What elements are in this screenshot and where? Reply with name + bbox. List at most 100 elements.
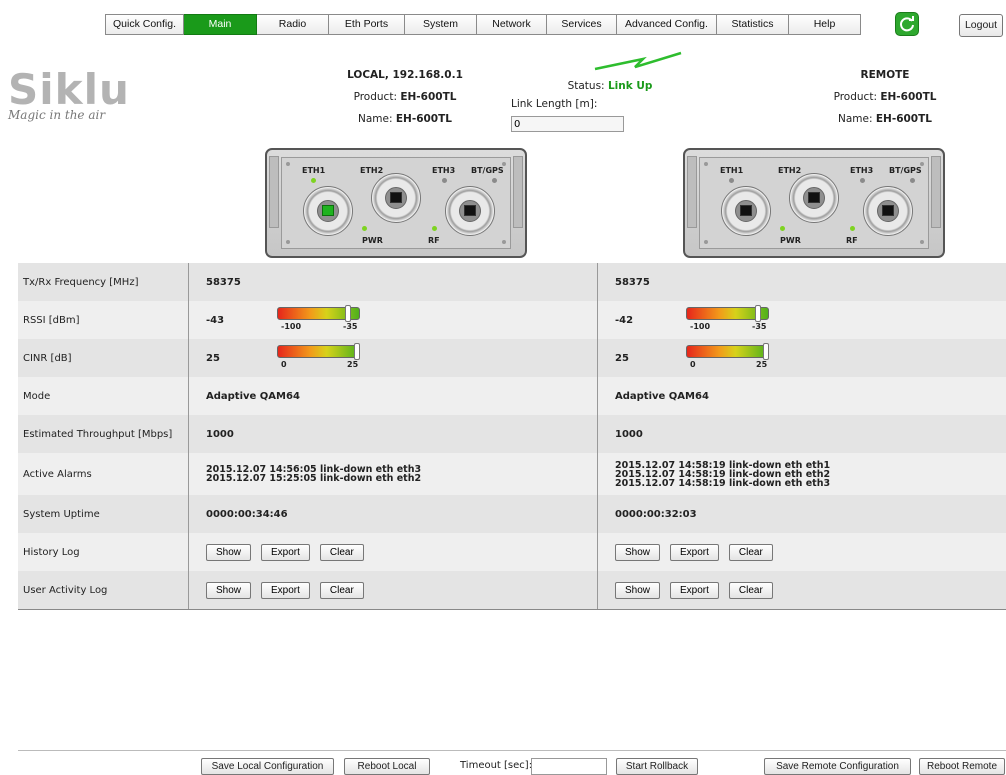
remote-title: REMOTE bbox=[860, 69, 910, 81]
save-local-config-button[interactable]: Save Local Configuration bbox=[201, 758, 334, 775]
local-eth3-port bbox=[445, 186, 495, 236]
remote-mode: Adaptive QAM64 bbox=[615, 390, 709, 402]
remote-activity-actions: Show Export Clear bbox=[598, 571, 1006, 609]
remote-eth2-label: ETH2 bbox=[778, 166, 802, 175]
remote-history-actions: Show Export Clear bbox=[598, 533, 1006, 571]
link-length-input[interactable] bbox=[511, 116, 624, 132]
remote-device-image: ETH1 ETH2 ETH3 BT/GPS PWR RF bbox=[683, 148, 945, 258]
local-name: Name: EH-600TL bbox=[358, 113, 452, 125]
local-cinr-cell: 25 0 25 bbox=[189, 339, 598, 377]
local-cinr-gauge: 0 25 bbox=[277, 343, 362, 369]
local-activity-export-button[interactable]: Export bbox=[261, 581, 310, 599]
tab-statistics[interactable]: Statistics bbox=[717, 14, 789, 35]
local-btgps-label: BT/GPS bbox=[471, 166, 504, 175]
local-eth1-port bbox=[303, 186, 353, 236]
timeout-label: Timeout [sec]: bbox=[460, 760, 533, 771]
local-rssi-cell: -43 -100 -35 bbox=[189, 301, 598, 339]
reboot-local-button[interactable]: Reboot Local bbox=[344, 758, 430, 775]
table-row-uptime: System Uptime 0000:00:34:46 0000:00:32:0… bbox=[18, 495, 1006, 533]
table-row-mode: Mode Adaptive QAM64 Adaptive QAM64 bbox=[18, 377, 1006, 415]
tab-main[interactable]: Main bbox=[184, 14, 257, 35]
link-status-line: Status: Link Up bbox=[567, 80, 653, 92]
remote-cinr-cell: 25 0 25 bbox=[598, 339, 1006, 377]
table-row-user-activity-log: User Activity Log Show Export Clear Show… bbox=[18, 571, 1006, 609]
remote-cinr-gauge: 0 25 bbox=[686, 343, 771, 369]
remote-alarms: 2015.12.07 14:58:19 link-down eth eth1 2… bbox=[598, 453, 1006, 495]
remote-rf-label: RF bbox=[846, 236, 858, 245]
tab-system[interactable]: System bbox=[405, 14, 477, 35]
local-alarms: 2015.12.07 14:56:05 link-down eth eth3 2… bbox=[189, 453, 598, 495]
tab-quick-config[interactable]: Quick Config. bbox=[105, 14, 184, 35]
remote-eth1-port bbox=[721, 186, 771, 236]
tab-services[interactable]: Services bbox=[547, 14, 617, 35]
local-activity-actions: Show Export Clear bbox=[189, 571, 598, 609]
footer-divider bbox=[18, 750, 1006, 751]
status-table: Tx/Rx Frequency [MHz] 58375 58375 RSSI [… bbox=[18, 263, 1006, 610]
remote-rssi-value: -42 bbox=[615, 314, 634, 326]
row-label: System Uptime bbox=[18, 495, 189, 533]
local-frequency: 58375 bbox=[189, 263, 598, 301]
local-history-export-button[interactable]: Export bbox=[261, 543, 310, 561]
tab-radio[interactable]: Radio bbox=[257, 14, 329, 35]
table-row-alarms: Active Alarms 2015.12.07 14:56:05 link-d… bbox=[18, 453, 1006, 495]
remote-history-export-button[interactable]: Export bbox=[670, 543, 719, 561]
row-label: Active Alarms bbox=[18, 453, 189, 495]
table-row-throughput: Estimated Throughput [Mbps] 1000 1000 bbox=[18, 415, 1006, 453]
local-history-actions: Show Export Clear bbox=[189, 533, 598, 571]
alarm-entry: 2015.12.07 15:25:05 link-down eth eth2 bbox=[206, 473, 422, 484]
local-mode: Adaptive QAM64 bbox=[189, 377, 598, 415]
local-rssi-gauge: -100 -35 bbox=[277, 305, 362, 331]
remote-rssi-cell: -42 -100 -35 bbox=[598, 301, 1006, 339]
link-status-value: Link Up bbox=[607, 80, 653, 92]
table-row-rssi: RSSI [dBm] -43 -100 -35 -42 -100 -35 bbox=[18, 301, 1006, 339]
remote-activity-export-button[interactable]: Export bbox=[670, 581, 719, 599]
remote-frequency: 58375 bbox=[615, 276, 650, 288]
remote-btgps-label: BT/GPS bbox=[889, 166, 922, 175]
remote-activity-show-button[interactable]: Show bbox=[615, 581, 661, 599]
remote-cinr-value: 25 bbox=[615, 352, 629, 364]
local-activity-clear-button[interactable]: Clear bbox=[319, 581, 364, 599]
remote-info: REMOTE Product: EH-600TL Name: EH-600TL bbox=[810, 64, 960, 130]
remote-name: Name: EH-600TL bbox=[838, 113, 932, 125]
remote-eth2-port bbox=[789, 173, 839, 223]
remote-throughput: 1000 bbox=[615, 428, 643, 440]
tab-network[interactable]: Network bbox=[477, 14, 547, 35]
remote-history-show-button[interactable]: Show bbox=[615, 543, 661, 561]
local-history-show-button[interactable]: Show bbox=[206, 543, 252, 561]
remote-history-clear-button[interactable]: Clear bbox=[728, 543, 773, 561]
remote-activity-clear-button[interactable]: Clear bbox=[728, 581, 773, 599]
row-label: Estimated Throughput [Mbps] bbox=[18, 415, 189, 453]
link-length-row: Link Length [m]: bbox=[500, 94, 690, 132]
local-title: LOCAL, 192.168.0.1 bbox=[347, 69, 463, 81]
local-rf-label: RF bbox=[428, 236, 440, 245]
local-activity-show-button[interactable]: Show bbox=[206, 581, 252, 599]
local-pwr-label: PWR bbox=[362, 236, 383, 245]
local-rssi-value: -43 bbox=[206, 314, 225, 326]
logout-button[interactable]: Logout bbox=[959, 14, 1003, 37]
tab-help[interactable]: Help bbox=[789, 14, 861, 35]
refresh-icon bbox=[900, 16, 914, 32]
remote-product: Product: EH-600TL bbox=[833, 91, 937, 103]
row-label: CINR [dB] bbox=[18, 339, 189, 377]
table-row-cinr: CINR [dB] 25 0 25 25 0 25 bbox=[18, 339, 1006, 377]
alarm-entry: 2015.12.07 14:58:19 link-down eth eth3 bbox=[615, 477, 831, 489]
reboot-remote-button[interactable]: Reboot Remote bbox=[919, 758, 1005, 775]
row-label: History Log bbox=[18, 533, 189, 571]
local-eth3-label: ETH3 bbox=[432, 166, 456, 175]
tab-advanced-config[interactable]: Advanced Config. bbox=[617, 14, 717, 35]
local-history-clear-button[interactable]: Clear bbox=[319, 543, 364, 561]
tab-eth-ports[interactable]: Eth Ports bbox=[329, 14, 405, 35]
row-label: RSSI [dBm] bbox=[18, 301, 189, 339]
local-throughput: 1000 bbox=[189, 415, 598, 453]
timeout-input[interactable] bbox=[531, 758, 607, 775]
remote-eth3-label: ETH3 bbox=[850, 166, 874, 175]
row-label: User Activity Log bbox=[18, 571, 189, 609]
local-eth1-label: ETH1 bbox=[302, 166, 326, 175]
local-eth2-port bbox=[371, 173, 421, 223]
table-row-history-log: History Log Show Export Clear Show Expor… bbox=[18, 533, 1006, 571]
save-remote-config-button[interactable]: Save Remote Configuration bbox=[764, 758, 911, 775]
remote-pwr-label: PWR bbox=[780, 236, 801, 245]
start-rollback-button[interactable]: Start Rollback bbox=[616, 758, 698, 775]
refresh-button[interactable] bbox=[895, 12, 919, 36]
local-info: LOCAL, 192.168.0.1 Product: EH-600TL Nam… bbox=[330, 64, 480, 130]
